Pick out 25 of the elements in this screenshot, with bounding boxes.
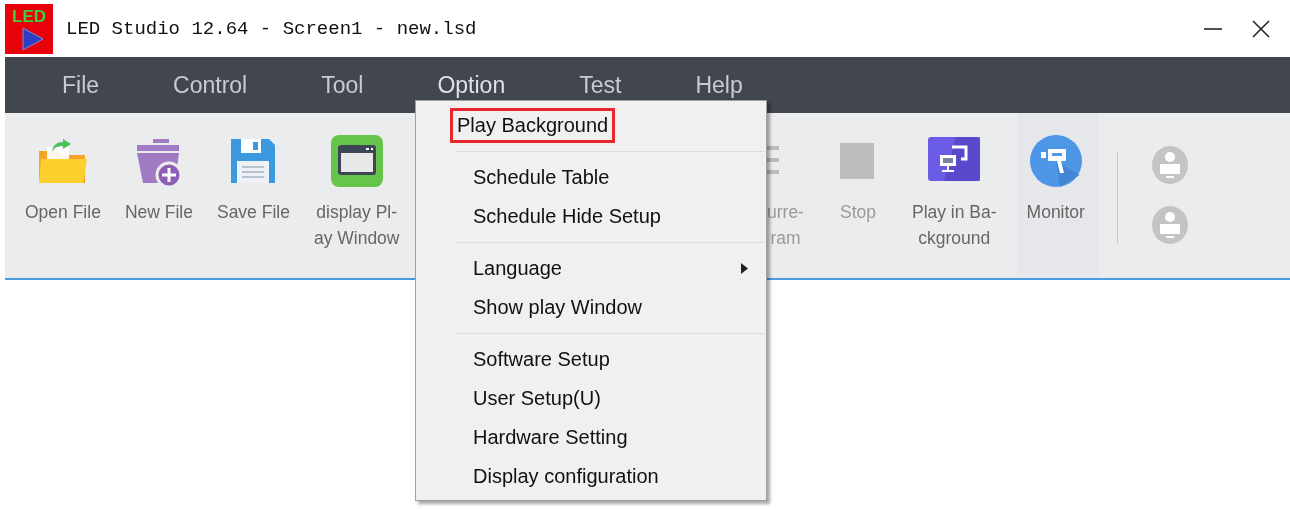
submenu-arrow-icon [741, 263, 748, 274]
menu-item[interactable]: Control [173, 67, 248, 103]
menu-item[interactable]: Tool [321, 67, 364, 103]
menu-item[interactable]: Show play Window [473, 293, 642, 322]
menu-item[interactable]: Play Background [453, 111, 613, 140]
menu-item[interactable]: Schedule Table [473, 163, 610, 192]
toolbar-button[interactable]: Open File [19, 113, 107, 278]
toolbar-button[interactable]: New File [118, 113, 199, 278]
window-title: LED Studio 12.64 - Screen1 - new.lsd [66, 17, 478, 40]
menu-item[interactable]: Schedule Hide Setup [473, 202, 661, 231]
toolbar-button[interactable]: display Pl- ay Window [307, 113, 406, 278]
menu-item[interactable]: Software Setup [473, 345, 610, 374]
window-icon [328, 133, 385, 189]
menu-item[interactable]: Language [473, 254, 562, 283]
toolbar-button[interactable]: Play in Ba- ckground [905, 113, 1003, 278]
menu-item[interactable]: Option [437, 67, 506, 103]
menu-item[interactable]: User Setup(U) [473, 384, 601, 413]
toolbar-button[interactable]: Save File [210, 113, 296, 278]
menu-item[interactable]: Help [695, 67, 743, 103]
toolbar-button[interactable]: Monitor [1016, 113, 1099, 278]
camera-icon [1027, 133, 1084, 189]
menu-item[interactable]: Hardware Setting [473, 423, 628, 452]
menu-item[interactable]: File [62, 67, 100, 103]
menu-item[interactable]: Test [579, 67, 622, 103]
menu-item[interactable]: Display configuration [473, 462, 659, 491]
